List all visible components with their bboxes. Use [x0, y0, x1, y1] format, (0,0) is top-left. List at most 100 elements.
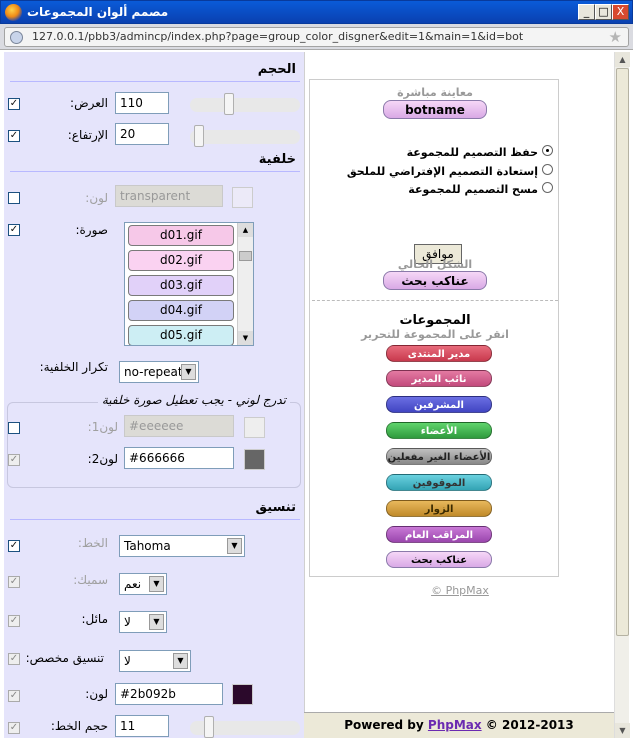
scroll-thumb[interactable]	[616, 68, 629, 636]
gradient-color2-checkbox[interactable]	[8, 454, 20, 466]
list-item[interactable]: d03.gif	[128, 275, 234, 296]
italic-checkbox[interactable]	[8, 615, 20, 627]
bg-color-swatch[interactable]	[232, 187, 253, 208]
gradient-color2-label: :لون2	[87, 452, 118, 466]
font-label: :الخط	[77, 536, 108, 550]
bg-color-checkbox[interactable]	[8, 192, 20, 204]
bookmark-star-icon[interactable]: ★	[609, 28, 622, 46]
font-select[interactable]: Tahoma ▼	[119, 535, 245, 557]
text-color-swatch[interactable]	[232, 684, 253, 705]
height-checkbox[interactable]	[8, 130, 20, 142]
preview-panel: معاينة مباشرة botname حفظ التصميم للمجمو…	[304, 52, 614, 712]
bg-repeat-value: no-repeat	[124, 365, 183, 379]
bold-select[interactable]: نعم ▼	[119, 573, 167, 595]
scroll-up-icon[interactable]: ▲	[615, 52, 630, 67]
copyright-link[interactable]: © PhpMax	[305, 584, 615, 597]
italic-label: :مائل	[81, 612, 108, 626]
gradient-color1-swatch[interactable]	[244, 417, 265, 438]
bg-repeat-select[interactable]: no-repeat ▼	[119, 361, 199, 383]
footer-brand-link[interactable]: PhpMax	[428, 718, 482, 732]
list-item[interactable]: d01.gif	[128, 225, 234, 246]
url-field[interactable]: 127.0.0.1/pbb3/admincp/index.php?page=gr…	[4, 27, 629, 47]
footer-powered-text: Powered by	[344, 718, 428, 732]
bold-checkbox[interactable]	[8, 576, 20, 588]
gradient-color1-input[interactable]: #eeeeee	[124, 415, 234, 437]
font-value: Tahoma	[124, 539, 171, 553]
current-shape-label: الشكل الحالي	[397, 258, 473, 271]
list-item[interactable]: d04.gif	[128, 300, 234, 321]
font-size-slider[interactable]	[190, 716, 300, 738]
chevron-down-icon: ▼	[149, 614, 164, 630]
group-deputy-button[interactable]: نائب المدير	[386, 370, 492, 387]
live-preview-button[interactable]: botname	[383, 100, 487, 119]
custom-format-value: لا	[124, 654, 131, 668]
list-scrollbar[interactable]: ▲ ▼	[237, 223, 253, 345]
chevron-down-icon: ▼	[227, 538, 242, 554]
font-checkbox[interactable]	[8, 540, 20, 552]
groups-hint: انقر على المجموعة للتحرير	[361, 328, 509, 341]
scroll-down-icon[interactable]: ▼	[615, 723, 630, 738]
copyright-text[interactable]: © PhpMax	[431, 584, 489, 597]
group-moderators-button[interactable]: المشرفين	[386, 396, 492, 413]
list-item[interactable]: d02.gif	[128, 250, 234, 271]
gradient-color1-label: :لون1	[87, 420, 118, 434]
width-input[interactable]: 110	[115, 92, 169, 114]
list-scroll-thumb[interactable]	[239, 251, 252, 261]
text-color-checkbox[interactable]	[8, 690, 20, 702]
url-text: 127.0.0.1/pbb3/admincp/index.php?page=gr…	[32, 30, 524, 43]
minimize-button[interactable]: _	[578, 4, 595, 20]
font-size-input[interactable]: 11	[115, 715, 169, 737]
width-slider[interactable]	[190, 93, 300, 115]
width-checkbox[interactable]	[8, 98, 20, 110]
section-background-heading: خلفية	[10, 150, 300, 172]
group-spiders-button[interactable]: عناكب بحث	[386, 551, 492, 568]
group-inactive-button[interactable]: الأعضاء الغير مفعلين	[386, 448, 492, 465]
groups-title: المجموعات	[399, 313, 471, 328]
option-delete-label: مسح التصميم للمجموعة	[408, 183, 538, 196]
font-size-checkbox[interactable]	[8, 722, 20, 734]
chevron-down-icon: ▼	[181, 364, 196, 380]
gradient-color1-checkbox[interactable]	[8, 422, 20, 434]
italic-select[interactable]: لا ▼	[119, 611, 167, 633]
group-supervisor-button[interactable]: المراقب العام	[386, 526, 492, 543]
window-scrollbar[interactable]: ▲ ▼	[614, 52, 630, 738]
group-members-button[interactable]: الأعضاء	[386, 422, 492, 439]
address-bar: 127.0.0.1/pbb3/admincp/index.php?page=gr…	[0, 24, 633, 50]
font-size-slider-knob[interactable]	[204, 716, 214, 738]
option-restore-radio[interactable]	[542, 164, 553, 175]
custom-format-checkbox[interactable]	[8, 653, 20, 665]
bold-value: نعم	[124, 577, 142, 591]
gradient-color2-input[interactable]: #666666	[124, 447, 234, 469]
close-button[interactable]: X	[612, 4, 629, 20]
height-label: :الإرتفاع	[67, 128, 108, 142]
bg-color-input[interactable]: transparent	[115, 185, 223, 207]
list-scroll-up-icon[interactable]: ▲	[238, 223, 253, 237]
section-size-heading: الحجم	[10, 60, 300, 82]
group-admin-button[interactable]: مدير المنتدى	[386, 345, 492, 362]
bold-label: :سميك	[73, 573, 108, 587]
live-preview-label: معاينة مباشرة	[397, 86, 473, 99]
editor-panel: الحجم :العرض 110 :الإرتفاع 20 خلفية :لون…	[4, 52, 304, 738]
maximize-button[interactable]: □	[595, 4, 612, 20]
bg-image-checkbox[interactable]	[8, 224, 20, 236]
option-save-radio[interactable]	[542, 145, 553, 156]
height-input[interactable]: 20	[115, 123, 169, 145]
footer: Powered by PhpMax © 2012-2013	[304, 712, 614, 738]
group-visitors-button[interactable]: الزوار	[386, 500, 492, 517]
height-slider-knob[interactable]	[194, 125, 204, 147]
bg-image-list[interactable]: d01.gif d02.gif d03.gif d04.gif d05.gif …	[124, 222, 254, 346]
globe-icon	[10, 31, 23, 44]
preview-box: معاينة مباشرة botname حفظ التصميم للمجمو…	[309, 79, 559, 577]
custom-format-select[interactable]: لا ▼	[119, 650, 191, 672]
gradient-color2-swatch[interactable]	[244, 449, 265, 470]
italic-value: لا	[124, 615, 131, 629]
list-scroll-down-icon[interactable]: ▼	[238, 331, 253, 345]
width-slider-knob[interactable]	[224, 93, 234, 115]
group-suspended-button[interactable]: الموقوفين	[386, 474, 492, 491]
list-item[interactable]: d05.gif	[128, 325, 234, 345]
height-slider[interactable]	[190, 125, 300, 147]
option-delete-radio[interactable]	[542, 182, 553, 193]
separator	[312, 300, 558, 301]
text-color-input[interactable]: #2b092b	[115, 683, 223, 705]
current-shape-button[interactable]: عناكب بحث	[383, 271, 487, 290]
